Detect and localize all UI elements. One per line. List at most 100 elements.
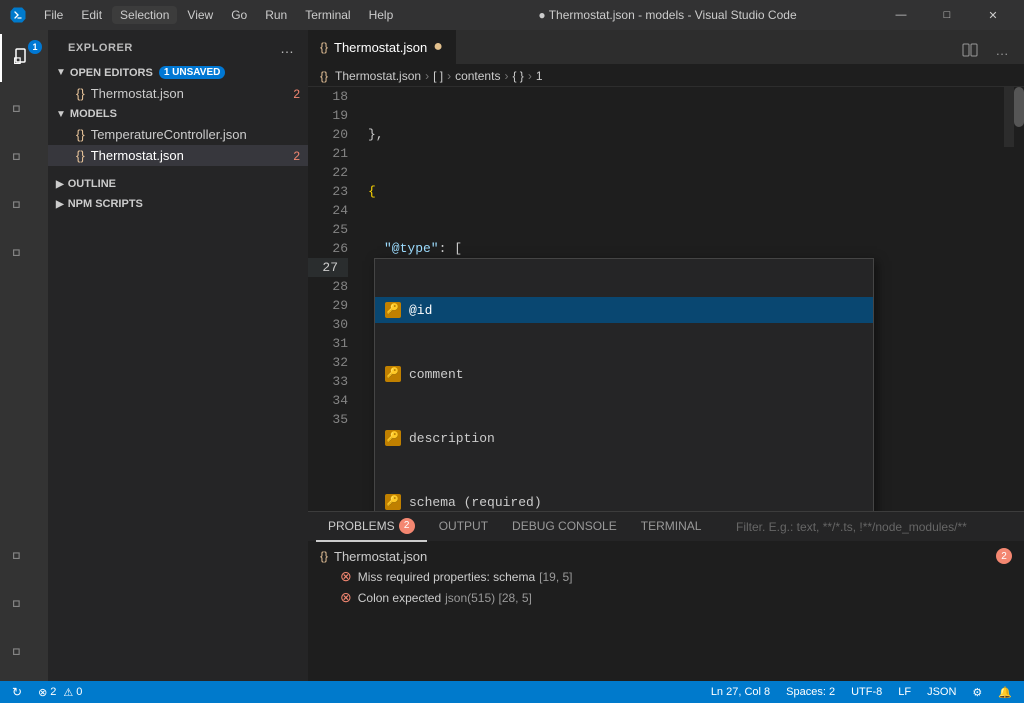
menu-run[interactable]: Run xyxy=(257,6,295,24)
breadcrumb-object[interactable]: { } xyxy=(512,69,523,83)
activity-remote[interactable]:  xyxy=(0,529,48,577)
main-layout:  1        xyxy=(0,30,1024,681)
menu-go[interactable]: Go xyxy=(223,6,255,24)
problem-item-1[interactable]: ⊗ Miss required properties: schema [19, … xyxy=(316,566,1016,587)
position-text: Ln 27, Col 8 xyxy=(711,686,770,698)
activity-settings[interactable]:  xyxy=(0,625,48,673)
status-sync[interactable]: ↻ xyxy=(8,681,26,703)
open-editors-section[interactable]: ▼ Open Editors 1 UNSAVED xyxy=(48,62,308,83)
sidebar-header: Explorer … xyxy=(48,30,308,62)
npm-label: NPM Scripts xyxy=(68,198,143,210)
editor-area: {} Thermostat.json ● … {} Thermostat.jso… xyxy=(308,30,1024,681)
activity-explorer[interactable]:  1 xyxy=(0,34,48,82)
sync-icon: ↻ xyxy=(12,685,22,699)
problem-loc-1: [19, 5] xyxy=(539,570,572,584)
tab-filename: Thermostat.json xyxy=(334,40,427,55)
scroll-thumb xyxy=(1014,87,1024,127)
models-section[interactable]: ▼ Models xyxy=(48,104,308,124)
split-editor-button[interactable] xyxy=(956,36,984,64)
breadcrumb-file[interactable]: Thermostat.json xyxy=(335,69,421,83)
activity-source-control[interactable]:  xyxy=(0,130,48,178)
open-editor-thermostat[interactable]: {} Thermostat.json 2 xyxy=(48,83,308,104)
encoding-text: UTF-8 xyxy=(851,686,882,698)
ac-item-description[interactable]: 🔑 description xyxy=(375,425,873,451)
problem-filename: Thermostat.json xyxy=(334,549,427,564)
activity-accounts[interactable]:  xyxy=(0,577,48,625)
ac-item-schema[interactable]: 🔑 schema (required) xyxy=(375,489,873,511)
status-encoding[interactable]: UTF-8 xyxy=(847,681,886,703)
outline-section[interactable]: ▶ Outline xyxy=(48,174,308,194)
status-position[interactable]: Ln 27, Col 8 xyxy=(707,681,774,703)
ac-item-id[interactable]: 🔑 @id xyxy=(375,297,873,323)
svg-text::  xyxy=(12,98,23,118)
activity-extensions[interactable]:  xyxy=(0,226,48,274)
status-spaces[interactable]: Spaces: 2 xyxy=(782,681,839,703)
panel-tab-problems[interactable]: PROBLEMS 2 xyxy=(316,512,427,542)
tab-actions: … xyxy=(948,36,1024,64)
app-icon xyxy=(8,5,28,25)
status-error-count[interactable]: ⊗ 2 ⚠ 0 xyxy=(34,681,86,703)
status-right: Ln 27, Col 8 Spaces: 2 UTF-8 LF JSON ⚙ 🔔 xyxy=(707,681,1016,703)
file-name-2: Thermostat.json xyxy=(91,148,184,163)
menu-selection[interactable]: Selection xyxy=(112,6,177,24)
code-editor[interactable]: 18 19 20 21 22 23 24 25 26 27 28 29 30 3… xyxy=(308,87,1024,511)
status-eol[interactable]: LF xyxy=(894,681,915,703)
menu-file[interactable]: File xyxy=(36,6,71,24)
breadcrumb-index[interactable]: 1 xyxy=(536,69,543,83)
autocomplete-dropdown[interactable]: 🔑 @id 🔑 comment 🔑 description 🔑 xyxy=(374,258,874,511)
panel-filter-input[interactable] xyxy=(736,520,1016,534)
key-icon-2: 🔑 xyxy=(383,364,403,384)
status-notification[interactable]: 🔔 xyxy=(994,681,1016,703)
more-actions-button[interactable]: … xyxy=(988,36,1016,64)
menu-bar: File Edit Selection View Go Run Terminal… xyxy=(36,6,457,24)
activity-search[interactable]:  xyxy=(0,82,48,130)
tab-bar: {} Thermostat.json ● … xyxy=(308,30,1024,65)
problems-badge: 2 xyxy=(399,518,415,534)
menu-terminal[interactable]: Terminal xyxy=(297,6,358,24)
open-editor-filename: Thermostat.json xyxy=(91,86,184,101)
file-icon-json: {} xyxy=(76,86,85,101)
file-temperature-controller[interactable]: {} TemperatureController.json xyxy=(48,124,308,145)
file-name-1: TemperatureController.json xyxy=(91,127,247,142)
status-language[interactable]: JSON xyxy=(923,681,960,703)
tab-thermostat[interactable]: {} Thermostat.json ● xyxy=(308,30,456,64)
menu-edit[interactable]: Edit xyxy=(73,6,110,24)
error-x-icon: ⊗ xyxy=(38,686,47,699)
maximize-button[interactable]: □ xyxy=(924,0,970,30)
ac-label-id: @id xyxy=(409,301,432,320)
minimize-button[interactable]: — xyxy=(878,0,924,30)
activity-run[interactable]:  xyxy=(0,178,48,226)
ac-label-description: description xyxy=(409,429,495,448)
language-text: JSON xyxy=(927,686,956,698)
ac-label-schema: schema (required) xyxy=(409,493,542,512)
status-left: ↻ ⊗ 2 ⚠ 0 xyxy=(8,681,86,703)
breadcrumb-array[interactable]: [ ] xyxy=(433,69,443,83)
status-bar: ↻ ⊗ 2 ⚠ 0 Ln 27, Col 8 Spaces: 2 UTF-8 L… xyxy=(0,681,1024,703)
scrollbar[interactable] xyxy=(1014,87,1024,511)
file-thermostat[interactable]: {} Thermostat.json 2 xyxy=(48,145,308,166)
open-editors-chevron: ▼ xyxy=(56,67,66,78)
ac-item-comment[interactable]: 🔑 comment xyxy=(375,361,873,387)
svg-text::  xyxy=(12,641,23,661)
menu-help[interactable]: Help xyxy=(361,6,402,24)
svg-text::  xyxy=(12,545,23,565)
sidebar-more-button[interactable]: … xyxy=(278,38,296,58)
status-remote[interactable]: ⚙ xyxy=(968,681,986,703)
breadcrumb: {} Thermostat.json › [ ] › contents › { … xyxy=(308,65,1024,87)
breadcrumb-part2[interactable]: contents xyxy=(455,69,500,83)
panel-tab-debug[interactable]: DEBUG CONSOLE xyxy=(500,513,629,541)
minimap[interactable] xyxy=(1004,87,1014,511)
key-icon-3: 🔑 xyxy=(383,428,403,448)
open-editor-errors: 2 xyxy=(293,87,300,101)
svg-text::  xyxy=(12,194,23,214)
close-button[interactable]: ✕ xyxy=(970,0,1016,30)
open-editors-label: Open Editors xyxy=(70,67,153,79)
panel-tab-terminal[interactable]: TERMINAL xyxy=(629,513,714,541)
menu-view[interactable]: View xyxy=(179,6,221,24)
npm-scripts-section[interactable]: ▶ NPM Scripts xyxy=(48,194,308,214)
panel-tab-output[interactable]: OUTPUT xyxy=(427,513,500,541)
problem-file-row[interactable]: {} Thermostat.json 2 xyxy=(316,546,1016,566)
tab-file-icon: {} xyxy=(320,40,328,54)
code-content[interactable]: }, { "@type": [ "Telemetry", "Pressure" … xyxy=(358,87,1004,511)
problem-item-2[interactable]: ⊗ Colon expected json(515) [28, 5] xyxy=(316,587,1016,608)
